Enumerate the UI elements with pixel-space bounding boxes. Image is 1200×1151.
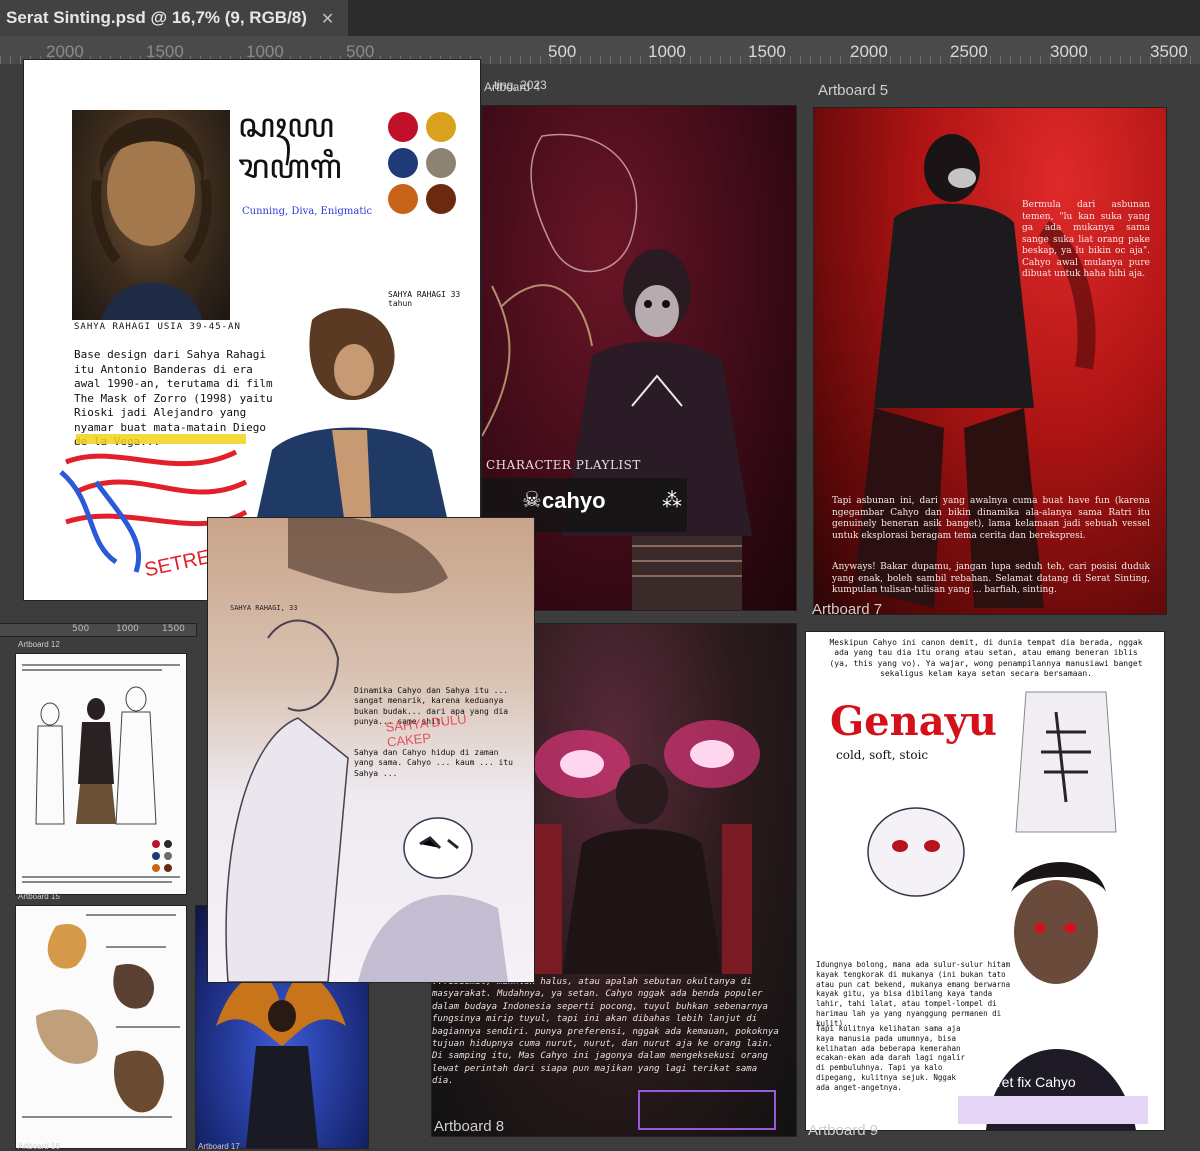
skull-icon: ☠: [522, 488, 542, 513]
close-tab-icon[interactable]: ✕: [321, 9, 334, 28]
ruler-label: 500: [548, 42, 577, 61]
ruler-label: 2500: [950, 42, 988, 61]
ab9-highlight-note: [958, 1096, 1148, 1124]
artboard-8-label[interactable]: Artboard 8: [434, 1118, 504, 1135]
artboard-7-label[interactable]: Artboard 7: [812, 601, 882, 618]
ruler-label: 1500: [748, 42, 786, 61]
artboard-9[interactable]: Meskipun Cahyo ini canon demit, di dunia…: [806, 632, 1164, 1130]
swatch-red: [388, 112, 418, 142]
pattern-icon: ⁂: [662, 488, 682, 512]
sahya-traits: Cunning, Diva, Enigmatic: [242, 206, 373, 217]
document-tab[interactable]: Serat Sinting.psd @ 16,7% (9, RGB/8) ✕: [0, 0, 349, 36]
ab12-ruler-label: 1000: [116, 624, 139, 634]
ruler-label: 1000: [648, 42, 686, 61]
ab9-caption: Potret fix Cahyo: [976, 1074, 1076, 1090]
artboard-4-label[interactable]: Artboard 4: [484, 80, 540, 94]
ruler-label: 1500: [146, 42, 184, 61]
swatch-gold: [426, 112, 456, 142]
sahya-portrait-caption: SAHYA RAHAGI USIA 39-45-AN: [74, 322, 241, 332]
ab5-paragraph-bottom: Tapi asbunan ini, dari yang awalnya cuma…: [832, 496, 1150, 542]
javanese-line-1: ꦱꦃꦪ: [238, 106, 335, 146]
overlay-dialog-2: Sahya dan Cahyo hidup di zaman yang sama…: [354, 748, 513, 778]
sahya-portrait-drawing: [91, 117, 212, 320]
javanese-line-2: ꦫꦲꦒꦶ: [238, 146, 342, 187]
cahyo-turnaround-sheet: [22, 664, 180, 883]
artboard-12-label[interactable]: Artboard 12: [18, 640, 60, 649]
artboard-5-label[interactable]: Artboard 5: [818, 82, 888, 99]
ruler-label: 1000: [246, 42, 284, 61]
sahya-sketch-figure: [252, 308, 452, 540]
artboard-12-ruler: 500 1000 1500: [0, 624, 196, 636]
swatch-orange: [388, 184, 418, 214]
ab8-paragraph: ...dedemit, makhluk halus, atau apalah s…: [432, 977, 779, 1087]
document-canvas[interactable]: ...ting, 2023 Artboard 4 CHARACTER PLAYL…: [0, 60, 1200, 1151]
overlay-caption: SAHYA RAHAGI, 33: [230, 604, 298, 612]
creature-sketches: [22, 914, 180, 1118]
ab9-body: Idungnya bolong, mana ada sulur-sulur hi…: [816, 960, 1011, 1028]
ruler-label: 2000: [850, 42, 888, 61]
swatch-brown: [426, 184, 456, 214]
sahya-portrait: [72, 110, 230, 320]
ab9-body-2: Tapi kulitnya kelihatan sama aja kaya ma…: [816, 1024, 966, 1092]
ruler-label: 2000: [46, 42, 84, 61]
ruler-label: 3500: [1150, 42, 1188, 61]
playlist-name: cahyo: [542, 488, 606, 513]
swatch-taupe: [426, 148, 456, 178]
document-tab-bar: Serat Sinting.psd @ 16,7% (9, RGB/8) ✕: [0, 0, 1200, 37]
artboard-16-label[interactable]: Artboard 16: [18, 1142, 60, 1151]
ab12-ruler-label: 500: [72, 624, 90, 634]
artboard-17-label[interactable]: Artboard 17: [198, 1142, 240, 1151]
javanese-script-name: ꦱꦃꦪ ꦫꦲꦒꦶ: [238, 106, 342, 188]
artboard-16[interactable]: [16, 906, 186, 1148]
document-tab-title: Serat Sinting.psd @ 16,7% (9, RGB/8): [6, 8, 307, 27]
artboard-9-label[interactable]: Artboard 9: [808, 1122, 878, 1139]
artboard-5[interactable]: Bermula dari asbunan temen, "lu kan suka…: [814, 108, 1166, 614]
swatch-navy: [388, 148, 418, 178]
ab5-paragraph-end: Anyways! Bakar dupamu, jangan lupa seduh…: [832, 562, 1150, 596]
artboard-12[interactable]: [16, 654, 186, 894]
ab12-ruler-label: 1500: [162, 624, 185, 634]
ruler-label: 500: [346, 42, 375, 61]
playlist-heading: CHARACTER PLAYLIST: [486, 458, 641, 472]
artboard-15-label[interactable]: Artboard 15: [18, 892, 60, 901]
ruler-label: 3000: [1050, 42, 1088, 61]
ab5-paragraph-top: Bermula dari asbunan temen, "lu kan suka…: [1022, 200, 1150, 280]
ab8-note-box: [638, 1090, 776, 1130]
overlay-sketch-board[interactable]: SAHYA RAHAGI, 33 Dinamika Cahyo dan Sahy…: [208, 518, 534, 982]
